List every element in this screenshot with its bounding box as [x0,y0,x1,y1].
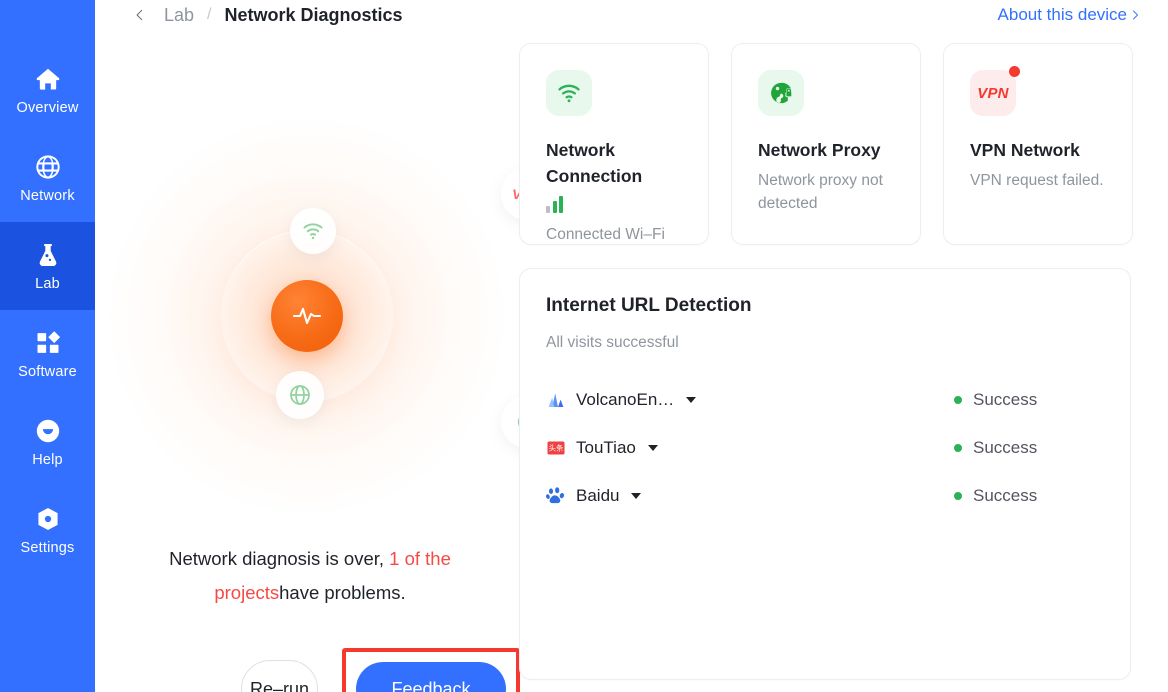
url-detection-list: VolcanoEn… Success 头条 TouTiao Success Ba… [546,376,1104,520]
url-detection-subtitle: All visits successful [546,334,679,351]
site-name: TouTiao [576,438,636,457]
sidebar-item-lab[interactable]: Lab [0,222,95,310]
sidebar-item-settings[interactable]: Settings [0,486,95,574]
diagnostic-details-pane: Network Connection Connected Wi–Fi Netwo… [519,30,1168,692]
status-card-subtitle: VPN request failed. [970,172,1104,189]
sidebar-item-label: Settings [20,539,75,556]
status-label: Success [973,438,1038,457]
sidebar-item-network[interactable]: Network [0,134,95,222]
smiley-icon [34,417,62,445]
site-name: VolcanoEn… [576,390,675,409]
url-detection-title: Internet URL Detection [546,295,752,316]
chevron-down-icon[interactable] [647,445,658,451]
sidebar-item-software[interactable]: Software [0,310,95,398]
status-dot-icon [954,396,962,404]
status-card-network-proxy[interactable]: Network Proxy Network proxy not detected [731,43,921,245]
status-dot-icon [954,492,962,500]
pulse-icon [271,280,343,352]
rerun-button[interactable]: Re–run [241,660,318,692]
volcano-engine-icon [546,390,566,410]
status-card-title: Network Proxy [758,140,881,160]
url-row-status: Success [954,438,1104,458]
diagnostic-visual-pane: VPN Network diagnosis is over, 1 of the … [95,30,553,692]
site-name: Baidu [576,486,620,505]
wifi-icon [546,70,592,116]
svg-text:头条: 头条 [549,443,564,452]
feedback-button-highlight: Feedback [342,648,520,692]
url-detection-panel: Internet URL Detection All visits succes… [519,268,1131,680]
page-title: Network Diagnostics [224,4,403,25]
about-this-device-label: About this device [997,5,1127,24]
flask-icon [34,241,62,269]
chevron-right-icon [1133,10,1138,20]
status-label: Success [973,390,1038,409]
main-content: Lab / Network Diagnostics About this dev… [95,0,1168,692]
sidebar-item-label: Software [18,363,77,380]
url-row-trigger[interactable]: Baidu [546,486,642,506]
sidebar-item-overview[interactable]: Overview [0,46,95,134]
vpn-badge-label: VPN [977,84,1009,102]
feedback-button[interactable]: Feedback [356,662,506,692]
alert-dot-icon [1009,66,1020,77]
status-card-subtitle: Connected Wi–Fi [546,226,665,243]
chevron-left-icon[interactable] [130,5,150,25]
status-card-subtitle: Network proxy not detected [758,172,883,212]
sidebar-item-label: Help [32,451,63,468]
toutiao-icon: 头条 [546,438,566,458]
gear-icon [34,505,62,533]
sidebar: Overview Network Lab Software Help Setti… [0,0,95,692]
globe-icon [276,371,324,419]
status-card-vpn-network[interactable]: VPN VPN Network VPN request failed. [943,43,1133,245]
home-icon [34,65,62,93]
globe-icon [34,153,62,181]
signal-strength-icon [546,196,563,213]
wifi-icon [290,208,336,254]
status-label: Success [973,486,1038,505]
sidebar-item-help[interactable]: Help [0,398,95,486]
sidebar-item-label: Lab [35,275,60,292]
breadcrumb: Lab / Network Diagnostics [95,5,403,26]
breadcrumb-parent[interactable]: Lab [164,5,194,26]
url-row-status: Success [954,486,1104,506]
app-window: Overview Network Lab Software Help Setti… [0,0,1168,692]
apps-icon [34,329,62,357]
proxy-lock-icon [758,70,804,116]
list-item: VolcanoEn… Success [546,376,1104,424]
diagnosis-result-text: Network diagnosis is over, 1 of the proj… [155,542,465,610]
status-card-title: Network Connection [546,140,643,186]
baidu-icon [546,486,566,506]
status-card-network-connection[interactable]: Network Connection Connected Wi–Fi [519,43,709,245]
chevron-down-icon[interactable] [686,397,697,403]
url-row-trigger[interactable]: VolcanoEn… [546,390,697,410]
vpn-badge: VPN [970,66,1020,116]
action-buttons: Re–run Feedback [95,648,520,692]
result-prefix: Network diagnosis is over, [169,548,390,569]
list-item: 头条 TouTiao Success [546,424,1104,472]
status-card-title: VPN Network [970,140,1080,160]
url-row-trigger[interactable]: 头条 TouTiao [546,438,658,458]
sidebar-item-label: Network [20,187,75,204]
diagnostic-radar [109,118,505,514]
about-this-device-link[interactable]: About this device [998,5,1141,25]
chevron-down-icon[interactable] [631,493,642,499]
result-suffix: have problems. [279,582,406,603]
status-dot-icon [954,444,962,452]
sidebar-item-label: Overview [16,99,79,116]
breadcrumb-separator: / [207,6,212,23]
url-row-status: Success [954,390,1104,410]
page-header: Lab / Network Diagnostics About this dev… [95,0,1168,30]
list-item: Baidu Success [546,472,1104,520]
status-cards: Network Connection Connected Wi–Fi Netwo… [519,43,1133,245]
